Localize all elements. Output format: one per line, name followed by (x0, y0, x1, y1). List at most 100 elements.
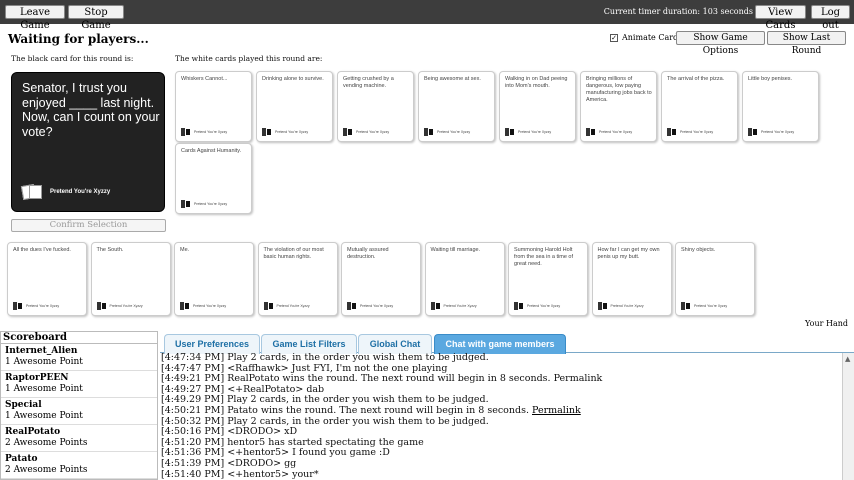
top-bar: Leave Game Stop Game Current timer durat… (0, 0, 854, 31)
card-text: Walking in on Dad peeing into Mom's mout… (505, 76, 568, 89)
played-card[interactable]: The arrival of the pizza. Pretend You're … (661, 71, 738, 142)
tab-game-list-filters[interactable]: Game List Filters (261, 334, 357, 354)
card-text: How far I can get my own penis up my but… (597, 247, 660, 260)
hand-card[interactable]: The violation of our most basic human ri… (257, 242, 338, 316)
chat-message: [4:51:40 PM] <+hentor5> your* (161, 468, 319, 480)
scoreboard-title: Scoreboard (1, 332, 157, 344)
player-points: 1 Awesome Point (5, 411, 83, 421)
white-cards-label: The white cards played this round are: (175, 54, 323, 63)
cards-logo-icon: Pretend You're Xyzzy (681, 302, 727, 310)
chat-scrollbar[interactable]: ▲ (842, 353, 854, 480)
cards-logo-icon: Pretend You're Xyzzy (180, 302, 226, 310)
cards-logo-icon: Pretend You're Xyzzy (347, 302, 393, 310)
card-text: Shiny objects. (681, 247, 716, 253)
cards-logo-icon: Pretend You're Xyzzy (586, 128, 632, 136)
show-last-round-button[interactable]: Show Last Round (767, 31, 846, 56)
scoreboard: Scoreboard Internet_Alien 1 Awesome Point… (0, 331, 158, 480)
player-name: Internet_Alien (5, 346, 78, 356)
hand-card[interactable]: Waiting till marriage. Pretend You're Xyz… (424, 242, 505, 316)
player-name: Patato (5, 454, 38, 464)
card-brand: Pretend You're Xyzzy (443, 304, 477, 308)
tab-chat-with-game-members[interactable]: Chat with game members (434, 334, 566, 354)
card-text: All the dues I've fucked. (13, 247, 71, 253)
hand-card[interactable]: Shiny objects. Pretend You're Xyzzy (675, 242, 755, 316)
card-text: Drinking alone to survive. (262, 76, 324, 82)
card-brand: Pretend You're Xyzzy (360, 304, 394, 308)
played-card[interactable]: Cards Against Humanity. Pretend You're Xy… (175, 143, 252, 214)
black-card-brand: Pretend You're Xyzzy (50, 189, 111, 195)
played-card[interactable]: Being awesome at sex. Pretend You're Xyzz… (418, 71, 495, 142)
black-card: Senator, I trust you enjoyed ____ last n… (11, 72, 165, 212)
leave-game-button[interactable]: Leave Game (5, 5, 65, 31)
score-row: Patato 2 Awesome Points (1, 452, 157, 479)
score-row: Internet_Alien 1 Awesome Point (1, 344, 157, 371)
card-brand: Pretend You're Xyzzy (109, 304, 143, 308)
tab-user-preferences[interactable]: User Preferences (164, 334, 260, 354)
cards-logo-icon: Pretend You're Xyzzy (430, 302, 477, 310)
animate-cards-label: Animate Cards (622, 33, 683, 42)
card-text: The arrival of the pizza. (667, 76, 725, 82)
chat-log: [4:47:34 PM] Play 2 cards, in the order … (160, 353, 842, 480)
card-brand: Pretend You're Xyzzy (599, 130, 633, 134)
card-brand: Pretend You're Xyzzy (356, 130, 390, 134)
tab-global-chat[interactable]: Global Chat (358, 334, 432, 354)
card-brand: Pretend You're Xyzzy (680, 130, 714, 134)
cards-logo-icon: Pretend You're Xyzzy (514, 302, 560, 310)
card-brand: Pretend You're Xyzzy (193, 304, 227, 308)
card-brand: Pretend You're Xyzzy (610, 304, 644, 308)
confirm-selection-button[interactable]: Confirm Selection (11, 219, 166, 232)
cards-logo-icon: Pretend You're Xyzzy (181, 200, 227, 208)
player-points: 2 Awesome Points (5, 438, 88, 448)
card-text: Me. (180, 247, 190, 253)
card-brand: Pretend You're Xyzzy (275, 130, 309, 134)
hand-card[interactable]: Mutually assured destruction. Pretend You… (341, 242, 421, 316)
card-brand: Pretend You're Xyzzy (276, 304, 310, 308)
card-text: Getting crushed by a vending machine. (343, 76, 394, 89)
card-brand: Pretend You're Xyzzy (437, 130, 471, 134)
card-text: Mutually assured destruction. (347, 247, 389, 260)
card-text: Summoning Harold Holt from the sea in a … (514, 247, 573, 267)
hand-card[interactable]: All the dues I've fucked. Pretend You're … (7, 242, 87, 316)
played-card[interactable]: Whiskers Cannot... Pretend You're Xyzzy (175, 71, 252, 142)
timer-duration: Current timer duration: 103 seconds (603, 7, 753, 16)
logout-button[interactable]: Log out (811, 5, 850, 31)
cards-logo-icon: Pretend You're Xyzzy (96, 302, 143, 310)
played-card[interactable]: Walking in on Dad peeing into Mom's mout… (499, 71, 576, 142)
hand-card[interactable]: How far I can get my own penis up my but… (591, 242, 672, 316)
scroll-up-icon[interactable]: ▲ (845, 355, 850, 363)
played-card[interactable]: Getting crushed by a vending machine. Pre… (337, 71, 414, 142)
card-brand: Pretend You're Xyzzy (694, 304, 728, 308)
card-text: Little boy penises. (748, 76, 793, 82)
cards-logo-icon: Pretend You're Xyzzy (262, 128, 308, 136)
cards-logo-icon: Pretend You're Xyzzy (505, 128, 551, 136)
played-card[interactable]: Drinking alone to survive. Pretend You're… (256, 71, 333, 142)
view-cards-button[interactable]: View Cards (755, 5, 806, 31)
cards-logo-icon: Pretend You're Xyzzy (263, 302, 310, 310)
card-text: Whiskers Cannot... (181, 76, 228, 82)
cards-logo-icon: Pretend You're Xyzzy (20, 183, 111, 201)
score-row: RealPotato 2 Awesome Points (1, 425, 157, 452)
black-card-label: The black card for this round is: (11, 54, 134, 63)
cards-logo-icon: Pretend You're Xyzzy (181, 128, 227, 136)
player-points: 1 Awesome Point (5, 384, 83, 394)
cards-logo-icon: Pretend You're Xyzzy (343, 128, 389, 136)
player-points: 2 Awesome Points (5, 465, 88, 475)
checkbox-checked-icon[interactable]: ✓ (610, 34, 618, 42)
hand-card[interactable]: Summoning Harold Holt from the sea in a … (508, 242, 588, 316)
card-text: Waiting till marriage. (430, 247, 481, 253)
played-card[interactable]: Bringing millions of dangerous, low payi… (580, 71, 657, 142)
permalink-link[interactable]: Permalink (532, 405, 581, 416)
card-text: Being awesome at sex. (424, 76, 481, 82)
your-hand-label: Your Hand (805, 319, 848, 328)
stop-game-button[interactable]: Stop Game (68, 5, 124, 31)
black-card-text: Senator, I trust you enjoyed ____ last n… (22, 81, 160, 139)
score-row: RaptorPEEN 1 Awesome Point (1, 371, 157, 398)
card-text: The violation of our most basic human ri… (263, 247, 324, 260)
cards-logo-icon: Pretend You're Xyzzy (667, 128, 713, 136)
card-brand: Pretend You're Xyzzy (761, 130, 795, 134)
animate-cards-toggle[interactable]: ✓ Animate Cards (610, 33, 682, 43)
show-game-options-button[interactable]: Show Game Options (676, 31, 765, 56)
played-card[interactable]: Little boy penises. Pretend You're Xyzzy (742, 71, 819, 142)
hand-card[interactable]: Me. Pretend You're Xyzzy (174, 242, 254, 316)
hand-card[interactable]: The South. Pretend You're Xyzzy (90, 242, 171, 316)
